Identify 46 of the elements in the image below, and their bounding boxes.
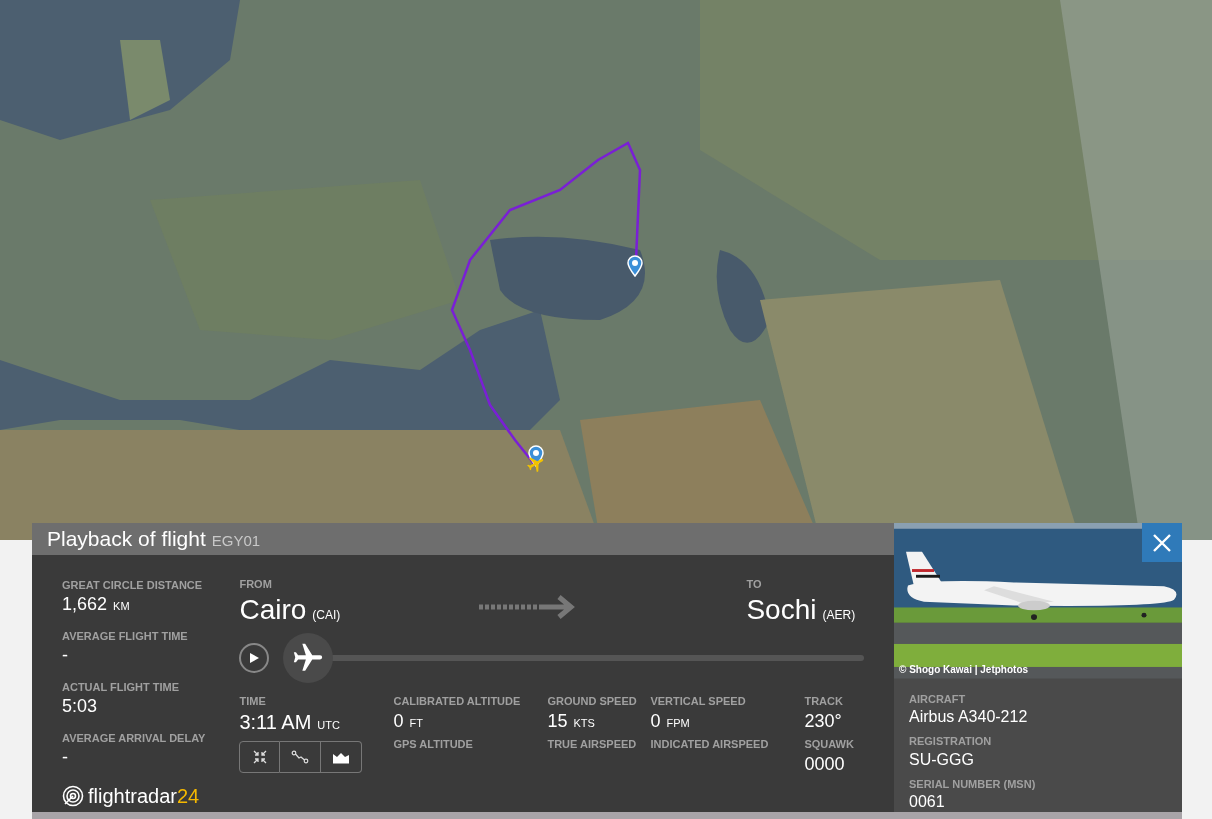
reading-value: - bbox=[62, 746, 69, 769]
reading-value: 15 KTS bbox=[547, 709, 596, 732]
aircraft-value: Airbus A340-212 bbox=[909, 707, 1029, 727]
playback-thumb[interactable] bbox=[283, 633, 334, 683]
field-label: AIRCRAFT bbox=[909, 691, 967, 707]
field-label: AVERAGE ARRIVAL DELAY bbox=[62, 730, 206, 746]
aircraft-value: SU-GGG bbox=[909, 749, 975, 770]
field-label: GREAT CIRCLE DISTANCE bbox=[62, 577, 204, 593]
reading-value: 230° bbox=[804, 709, 843, 732]
reading-value: - bbox=[62, 644, 69, 667]
flightradar24-logo: flightradar24 bbox=[62, 780, 206, 811]
aircraft-value: 0061 bbox=[909, 792, 946, 812]
chart-button[interactable] bbox=[321, 740, 363, 773]
reading-value: 1,662 KM bbox=[62, 593, 131, 616]
reading-value: 0 FPM bbox=[650, 709, 691, 732]
compress-icon bbox=[251, 748, 268, 765]
playback-track[interactable] bbox=[283, 633, 865, 683]
arrow-icon bbox=[479, 594, 576, 619]
field-label: FROM bbox=[239, 576, 273, 592]
field-label: VERTICAL SPEED bbox=[650, 694, 747, 709]
field-label: TRUE AIRSPEED bbox=[547, 737, 638, 752]
field-label: GPS ALTITUDE bbox=[393, 737, 474, 752]
field-label: AVERAGE FLIGHT TIME bbox=[62, 628, 189, 644]
reading-value: 0000 bbox=[804, 752, 846, 775]
field-label: ACTUAL FLIGHT TIME bbox=[62, 679, 181, 695]
destination-city: Sochi (AER) bbox=[746, 593, 857, 627]
field-label: SQUAWK bbox=[804, 737, 855, 752]
reading-value: 0 FT bbox=[393, 709, 424, 732]
collapse-button[interactable] bbox=[239, 740, 281, 773]
field-label: SERIAL NUMBER (MSN) bbox=[909, 776, 1037, 792]
photo-credit: © Shogo Kawai | Jetphotos bbox=[899, 662, 1029, 677]
reading-value: 5:03 bbox=[62, 695, 99, 718]
play-button[interactable] bbox=[239, 643, 270, 673]
field-label: TIME bbox=[239, 694, 267, 709]
field-label: TO bbox=[746, 576, 763, 592]
route-button[interactable] bbox=[280, 740, 322, 773]
field-label: GROUND SPEED bbox=[547, 694, 638, 709]
field-label: TRACK bbox=[804, 694, 844, 709]
field-label: INDICATED AIRSPEED bbox=[650, 737, 770, 752]
route-icon bbox=[291, 749, 310, 764]
field-label: CALIBRATED ALTITUDE bbox=[393, 694, 522, 709]
origin-city: Cairo (CAI) bbox=[239, 593, 342, 627]
radar-icon bbox=[62, 784, 84, 807]
play-icon bbox=[248, 652, 261, 664]
reading-value: 3:11 AM UTC bbox=[239, 709, 341, 735]
field-label: REGISTRATION bbox=[909, 734, 993, 749]
